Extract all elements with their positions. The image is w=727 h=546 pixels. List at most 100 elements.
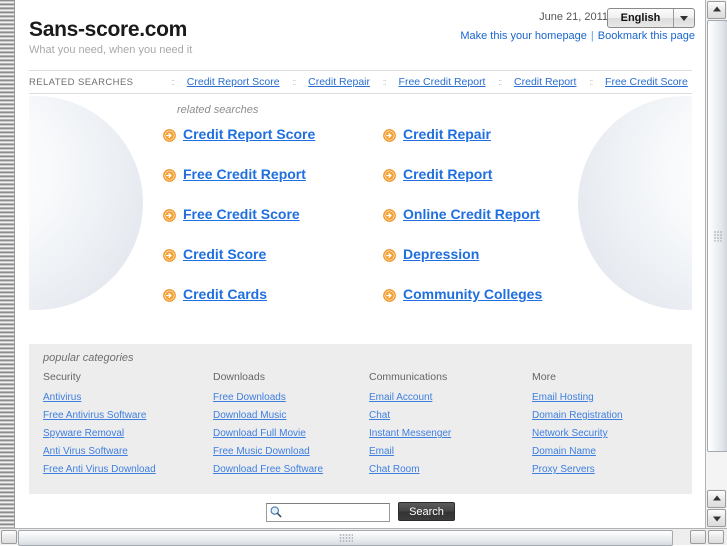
related-link-label[interactable]: Credit Repair — [403, 126, 491, 142]
category-link[interactable]: Network Security — [532, 428, 682, 439]
current-date: June 21, 2011 — [539, 11, 608, 23]
category-heading: Communications — [369, 371, 448, 383]
related-search-link-2[interactable]: Free Credit Report — [399, 76, 486, 88]
category-link[interactable]: Free Anti Virus Download — [43, 464, 213, 475]
popular-categories-columns: Security Antivirus Free Antivirus Softwa… — [43, 371, 682, 482]
category-column-downloads: Downloads Free Downloads Download Music … — [213, 371, 369, 482]
horizontal-scroll-track[interactable] — [18, 530, 673, 546]
circle-arrow-right-icon — [383, 249, 396, 262]
related-link-label[interactable]: Credit Cards — [183, 286, 267, 302]
list-item[interactable]: Credit Repair — [383, 126, 643, 166]
list-item[interactable]: Credit Report — [383, 166, 643, 206]
list-item[interactable]: Free Credit Report — [163, 166, 383, 206]
circle-arrow-right-icon — [383, 169, 396, 182]
bookmark-page-link[interactable]: Bookmark this page — [598, 30, 695, 42]
category-link[interactable]: Anti Virus Software — [43, 446, 213, 457]
separator-dots: :: — [498, 76, 502, 87]
category-link[interactable]: Email Account — [369, 392, 532, 403]
chevron-down-icon — [674, 9, 694, 27]
list-item[interactable]: Credit Cards — [163, 286, 383, 326]
site-tagline: What you need, when you need it — [29, 44, 193, 56]
popular-categories-section: popular categories Security Antivirus Fr… — [29, 344, 692, 494]
list-item[interactable]: Free Credit Score — [163, 206, 383, 246]
related-search-link-3[interactable]: Credit Report — [514, 76, 576, 88]
separator-dots: :: — [382, 76, 387, 87]
category-heading: Downloads — [213, 371, 265, 383]
header-utility-links: Make this your homepage | Bookmark this pa… — [460, 30, 695, 42]
vertical-scroll-thumb[interactable] — [707, 20, 727, 452]
related-link-label[interactable]: Online Credit Report — [403, 206, 540, 222]
category-link[interactable]: Download Full Movie — [213, 428, 369, 439]
vertical-scroll-track[interactable] — [706, 20, 727, 489]
vertical-scrollbar[interactable] — [705, 0, 727, 529]
related-searches-label: RELATED SEARCHES — [29, 76, 134, 88]
category-link[interactable]: Chat — [369, 410, 532, 421]
search-button[interactable]: Search — [398, 502, 455, 521]
language-selector[interactable]: English — [607, 8, 695, 28]
category-heading: More — [532, 371, 556, 383]
list-item[interactable]: Online Credit Report — [383, 206, 643, 246]
scroll-up-button[interactable] — [707, 1, 726, 19]
related-search-link-1[interactable]: Credit Repair — [308, 76, 370, 88]
search-input[interactable] — [266, 502, 391, 522]
scroll-left-button-secondary[interactable] — [690, 530, 706, 544]
related-search-link-4[interactable]: Free Credit Score — [605, 76, 688, 88]
list-item[interactable]: Credit Report Score — [163, 126, 383, 166]
category-link[interactable]: Instant Messenger — [369, 428, 532, 439]
related-link-label[interactable]: Free Credit Report — [183, 166, 306, 182]
scroll-thumb-grip — [338, 533, 353, 543]
category-link[interactable]: Chat Room — [369, 464, 532, 475]
circle-arrow-right-icon — [163, 169, 176, 182]
circle-arrow-right-icon — [383, 129, 396, 142]
category-link[interactable]: Email Hosting — [532, 392, 682, 403]
horizontal-scrollbar[interactable] — [0, 528, 727, 546]
related-link-label[interactable]: Credit Report — [403, 166, 492, 182]
category-link[interactable]: Domain Registration — [532, 410, 682, 421]
category-column-more: More Email Hosting Domain Registration N… — [532, 371, 682, 482]
related-link-label[interactable]: Credit Report Score — [183, 126, 315, 142]
separator-dots: :: — [589, 76, 593, 87]
list-item[interactable]: Credit Score — [163, 246, 383, 286]
horizontal-scroll-thumb[interactable] — [18, 530, 673, 546]
scroll-right-button[interactable] — [708, 530, 724, 544]
circle-arrow-right-icon — [163, 129, 176, 142]
list-item[interactable]: Depression — [383, 246, 643, 286]
make-homepage-link[interactable]: Make this your homepage — [460, 30, 587, 42]
category-link[interactable]: Free Antivirus Software — [43, 410, 213, 421]
related-link-label[interactable]: Community Colleges — [403, 286, 542, 302]
search-field-wrapper — [266, 502, 391, 522]
hero-section: related searches Credit Report Score Cre… — [29, 94, 692, 334]
related-link-label[interactable]: Credit Score — [183, 246, 266, 262]
site-header: Sans-score.com What you need, when you n… — [15, 0, 706, 70]
circle-arrow-right-icon — [163, 209, 176, 222]
category-link[interactable]: Download Free Software — [213, 464, 369, 475]
left-gutter-texture — [0, 0, 15, 529]
category-link[interactable]: Spyware Removal — [43, 428, 213, 439]
scroll-down-button-wrap — [706, 508, 727, 528]
category-link[interactable]: Free Downloads — [213, 392, 369, 403]
related-searches-bar: RELATED SEARCHES :: Credit Report Score … — [29, 70, 692, 94]
list-item[interactable]: Community Colleges — [383, 286, 643, 326]
category-link[interactable]: Domain Name — [532, 446, 682, 457]
category-link[interactable]: Antivirus — [43, 392, 213, 403]
related-searches-grid: Credit Report Score Credit Repair Free C… — [163, 126, 643, 326]
popular-categories-title: popular categories — [43, 352, 134, 364]
category-heading: Security — [43, 371, 81, 383]
related-link-label[interactable]: Depression — [403, 246, 479, 262]
scroll-left-button[interactable] — [1, 530, 17, 544]
scroll-down-button[interactable] — [707, 509, 726, 527]
separator-dots: :: — [292, 76, 296, 87]
related-searches-items: :: Credit Report Score :: Credit Repair … — [169, 76, 692, 88]
related-search-link-0[interactable]: Credit Report Score — [187, 76, 280, 88]
category-link[interactable]: Free Music Download — [213, 446, 369, 457]
scroll-up-button-bottom-wrap — [706, 489, 727, 509]
page-canvas: Sans-score.com What you need, when you n… — [15, 0, 706, 529]
category-link[interactable]: Download Music — [213, 410, 369, 421]
category-link[interactable]: Email — [369, 446, 532, 457]
scroll-up-button-secondary[interactable] — [707, 490, 726, 508]
scroll-thumb-grip — [713, 230, 722, 242]
hero-section-label: related searches — [177, 104, 259, 116]
related-link-label[interactable]: Free Credit Score — [183, 206, 300, 222]
category-link[interactable]: Proxy Servers — [532, 464, 682, 475]
header-link-separator: | — [590, 30, 594, 42]
